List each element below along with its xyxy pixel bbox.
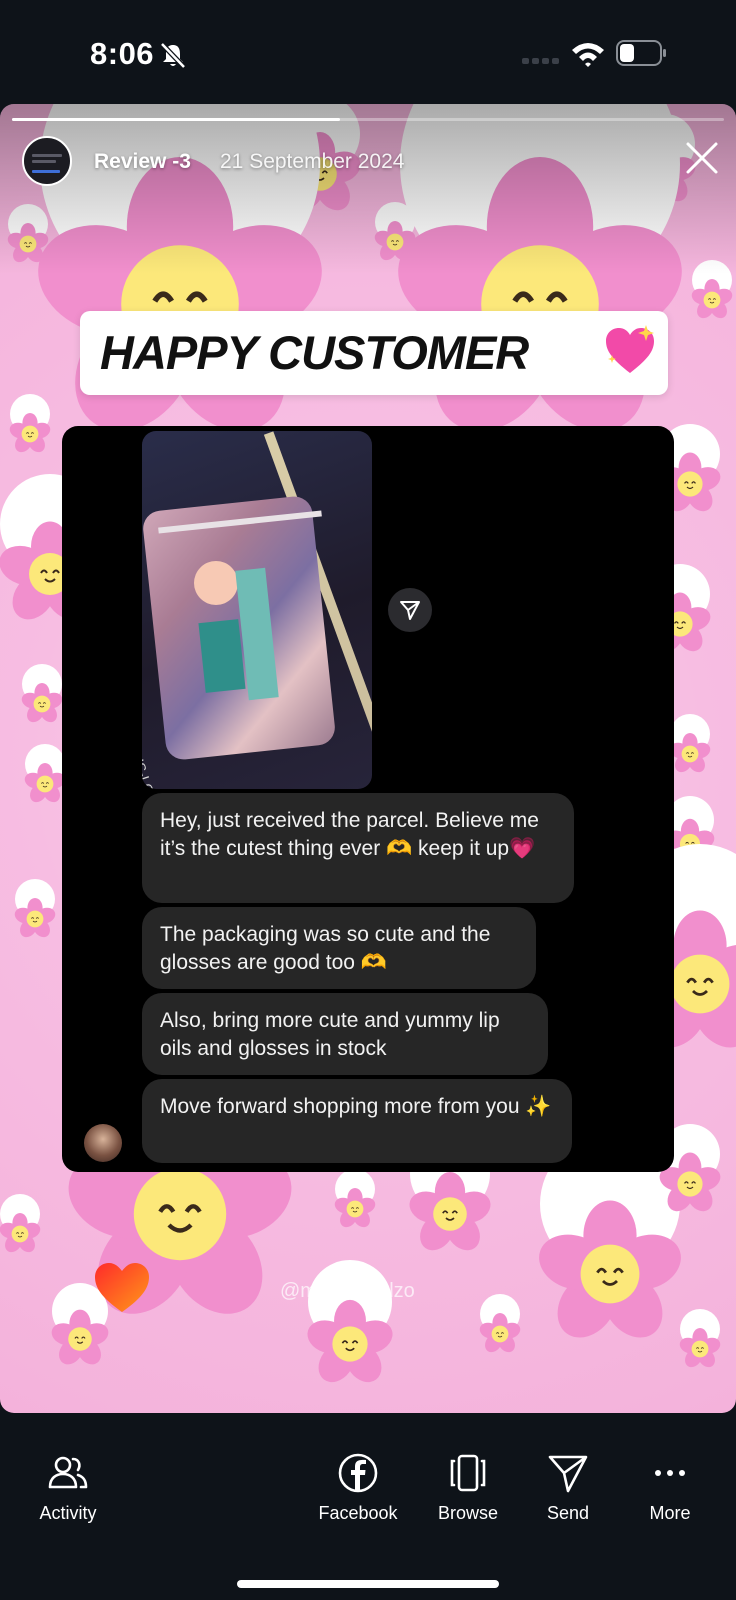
happy-customer-banner: HAPPY CUSTOMER	[80, 311, 668, 395]
story-viewer[interactable]: Review -3 21 September 2024 HAPPY CUSTOM…	[0, 104, 736, 1413]
share-button[interactable]	[388, 588, 432, 632]
message-bubble: The packaging was so cute and the glosse…	[142, 907, 536, 989]
status-bar: 8:06	[0, 0, 736, 104]
chat-screenshot: HS-LC05 Hey, just received the parcel. B…	[62, 426, 674, 1172]
people-icon	[48, 1456, 88, 1489]
sender-avatar	[84, 1124, 122, 1162]
photo-caption: HS-LC05	[142, 751, 162, 789]
watermark: @mammafulzo	[280, 1280, 415, 1302]
story-progress-fill	[12, 118, 340, 121]
send-icon	[400, 601, 420, 620]
status-time: 8:06	[90, 36, 155, 71]
more-icon	[655, 1470, 685, 1476]
heart-icon[interactable]	[92, 1260, 152, 1316]
close-icon[interactable]	[684, 140, 720, 176]
bell-slash-icon	[160, 42, 186, 69]
more-button[interactable]: More	[640, 1451, 700, 1524]
more-label: More	[649, 1503, 691, 1523]
send-icon	[548, 1455, 588, 1493]
story-header-shade	[0, 104, 736, 274]
story-progress-bar	[12, 118, 724, 121]
activity-label: Activity	[39, 1503, 97, 1523]
banner-text: HAPPY CUSTOMER	[100, 326, 529, 379]
sparkling-heart-icon	[606, 325, 654, 373]
story-title[interactable]: Review -3	[94, 150, 191, 174]
signal-icon	[522, 58, 560, 66]
battery-icon	[616, 40, 666, 66]
message-bubble: Move forward shopping more from you ✨	[142, 1079, 572, 1163]
message-bubble: Hey, just received the parcel. Believe m…	[142, 793, 574, 903]
browse-button[interactable]: Browse	[428, 1451, 508, 1524]
browse-label: Browse	[437, 1503, 499, 1523]
product-photo: HS-LC05	[142, 431, 372, 789]
send-label: Send	[546, 1503, 590, 1523]
story-date: 21 September 2024	[220, 150, 405, 173]
story-avatar[interactable]	[22, 136, 72, 186]
facebook-button[interactable]: Facebook	[312, 1451, 404, 1524]
home-indicator[interactable]	[237, 1580, 499, 1588]
browse-icon	[450, 1454, 486, 1492]
wifi-icon	[572, 43, 604, 67]
story-action-bar: Activity Facebook Browse Send More	[0, 1413, 736, 1600]
activity-button[interactable]: Activity	[30, 1451, 106, 1524]
facebook-icon	[338, 1453, 378, 1493]
send-button[interactable]: Send	[538, 1451, 598, 1524]
facebook-label: Facebook	[318, 1503, 398, 1523]
message-bubble: Also, bring more cute and yummy lip oils…	[142, 993, 548, 1075]
